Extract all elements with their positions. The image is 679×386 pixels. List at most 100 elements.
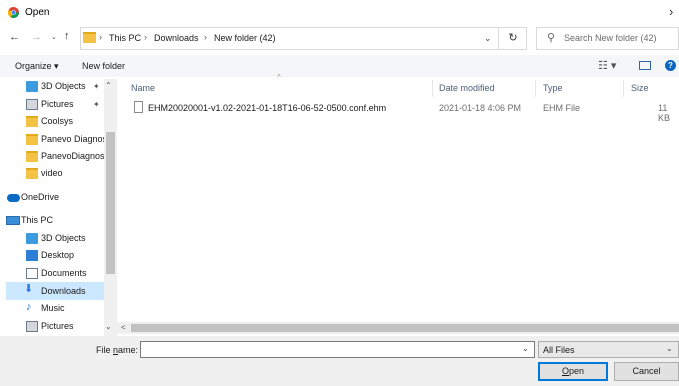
open-button[interactable]: Open bbox=[538, 362, 608, 381]
nav-item-pictures[interactable]: Pictures ✦ bbox=[20, 97, 104, 113]
label-mnemonic: O bbox=[561, 366, 569, 376]
desktop-icon bbox=[26, 250, 38, 261]
downloads-icon: ⬇ bbox=[24, 283, 34, 295]
column-header-name[interactable]: Name bbox=[131, 83, 155, 93]
breadcrumb-separator-icon: › bbox=[99, 32, 102, 42]
nav-item-label: Desktop bbox=[41, 250, 75, 260]
pictures-icon bbox=[26, 321, 38, 332]
search-placeholder: Search New folder (42) bbox=[564, 33, 657, 43]
scroll-up-icon[interactable]: ⌃ bbox=[105, 81, 112, 90]
nav-item-label: 3D Objects bbox=[41, 233, 86, 243]
documents-icon bbox=[26, 268, 38, 279]
nav-item-label: video bbox=[41, 168, 63, 178]
breadcrumb-current-folder[interactable]: New folder (42) bbox=[214, 33, 276, 43]
forward-arrow-icon[interactable]: → bbox=[31, 31, 42, 43]
file-date-modified: 2021-01-18 4:06 PM bbox=[439, 103, 522, 113]
window-title: Open bbox=[25, 7, 50, 18]
folder-icon bbox=[26, 168, 38, 179]
column-divider[interactable] bbox=[432, 80, 433, 97]
file-name[interactable]: EHM20020001-v1.02-2021-01-18T16-06-52-05… bbox=[148, 103, 386, 113]
nav-item-label: Documents bbox=[41, 268, 87, 278]
nav-item-pc-3d-objects[interactable]: 3D Objects bbox=[20, 231, 104, 247]
file-name-input[interactable] bbox=[140, 341, 535, 358]
breadcrumb-separator-icon[interactable]: › bbox=[204, 32, 207, 42]
nav-item-label: Downloads bbox=[41, 286, 86, 296]
app-icon bbox=[8, 7, 19, 18]
nav-scroll-thumb[interactable] bbox=[106, 132, 115, 274]
column-header-date[interactable]: Date modified bbox=[439, 83, 495, 93]
nav-item-music[interactable]: ♪ Music bbox=[20, 301, 104, 317]
cancel-button[interactable]: Cancel bbox=[614, 362, 679, 381]
nav-item-documents[interactable]: Documents bbox=[20, 266, 104, 282]
address-dropdown-icon[interactable]: ⌄ bbox=[484, 33, 492, 44]
new-folder-button[interactable]: New folder bbox=[82, 61, 125, 71]
folder-icon bbox=[83, 32, 96, 43]
pin-icon[interactable]: ✦ bbox=[93, 100, 100, 109]
file-icon bbox=[134, 101, 143, 113]
label-part: pen bbox=[568, 366, 585, 376]
column-divider[interactable] bbox=[535, 80, 536, 97]
search-icon: ⚲ bbox=[547, 32, 556, 44]
nav-item-label: Panevo Diagnos bbox=[41, 134, 104, 144]
preview-pane-icon[interactable] bbox=[639, 61, 651, 70]
nav-item-label: Coolsys bbox=[41, 116, 74, 126]
nav-item-desktop[interactable]: Desktop bbox=[20, 248, 104, 264]
breadcrumb-separator-icon[interactable]: › bbox=[144, 32, 147, 42]
nav-item-label: Music bbox=[41, 303, 65, 313]
folder-icon bbox=[26, 151, 38, 162]
sort-ascending-icon: ^ bbox=[277, 73, 281, 82]
nav-item-label: 3D Objects bbox=[41, 81, 86, 91]
computer-icon bbox=[6, 216, 20, 225]
cube-icon bbox=[26, 233, 38, 244]
folder-icon bbox=[26, 134, 38, 145]
file-name-label: File name: bbox=[96, 345, 138, 355]
breadcrumb-this-pc[interactable]: This PC bbox=[109, 33, 141, 43]
horizontal-scroll-thumb[interactable] bbox=[131, 324, 679, 332]
scroll-left-icon[interactable]: < bbox=[121, 323, 126, 332]
label-part: ame: bbox=[118, 345, 139, 355]
column-header-type[interactable]: Type bbox=[543, 83, 563, 93]
column-header-row bbox=[117, 79, 679, 98]
chevron-down-icon[interactable]: ⌄ bbox=[522, 344, 529, 353]
nav-item-coolsys[interactable]: Coolsys bbox=[20, 114, 104, 130]
file-size: 11 KB bbox=[658, 103, 671, 123]
nav-item-panevo-diagnos[interactable]: Panevo Diagnos bbox=[20, 132, 104, 148]
back-arrow-icon[interactable]: ← bbox=[9, 31, 20, 43]
onedrive-cloud-icon bbox=[7, 194, 20, 202]
close-icon[interactable]: › bbox=[669, 4, 673, 19]
folder-icon bbox=[26, 116, 38, 127]
breadcrumb-downloads[interactable]: Downloads bbox=[154, 33, 199, 43]
chevron-down-icon[interactable]: ⌄ bbox=[666, 344, 673, 353]
organize-button[interactable]: Organize ▾ bbox=[15, 61, 59, 72]
help-icon[interactable]: ? bbox=[665, 60, 676, 71]
pin-icon[interactable]: ✦ bbox=[93, 82, 100, 91]
label-part: File bbox=[96, 345, 114, 355]
nav-item-label: OneDrive bbox=[21, 192, 60, 202]
cube-icon bbox=[26, 81, 38, 92]
refresh-icon[interactable]: ↻ bbox=[498, 27, 527, 50]
recent-locations-chevron-icon[interactable]: ⌄ bbox=[51, 33, 57, 41]
column-header-size[interactable]: Size bbox=[631, 83, 649, 93]
nav-item-label: This PC bbox=[21, 215, 54, 225]
nav-item-video[interactable]: video bbox=[20, 166, 104, 182]
music-icon: ♪ bbox=[26, 301, 32, 313]
scroll-down-icon[interactable]: ⌄ bbox=[105, 322, 112, 331]
nav-item-this-pc[interactable]: This PC bbox=[0, 213, 104, 229]
title-bar bbox=[0, 0, 679, 26]
nav-item-panevodiagnost[interactable]: PanevoDiagnost bbox=[20, 149, 104, 165]
nav-item-label: Pictures bbox=[41, 321, 74, 331]
up-arrow-icon[interactable]: ↑ bbox=[64, 30, 70, 42]
view-options-icon[interactable]: ☷ ▾ bbox=[598, 59, 616, 72]
pictures-icon bbox=[26, 99, 38, 110]
nav-item-label: PanevoDiagnost bbox=[41, 151, 104, 161]
address-bar[interactable] bbox=[80, 27, 527, 50]
navigation-pane: 3D Objects ✦ Pictures ✦ Coolsys Panevo D… bbox=[0, 79, 117, 336]
file-type-value: All Files bbox=[543, 345, 575, 355]
nav-item-3d-objects[interactable]: 3D Objects ✦ bbox=[20, 79, 104, 95]
file-type: EHM File bbox=[543, 103, 581, 113]
nav-item-pc-pictures[interactable]: Pictures bbox=[20, 319, 104, 335]
nav-item-label: Pictures bbox=[41, 99, 74, 109]
nav-item-downloads[interactable]: ⬇ Downloads bbox=[6, 282, 104, 300]
column-divider[interactable] bbox=[623, 80, 624, 97]
nav-item-onedrive[interactable]: OneDrive bbox=[0, 190, 104, 206]
